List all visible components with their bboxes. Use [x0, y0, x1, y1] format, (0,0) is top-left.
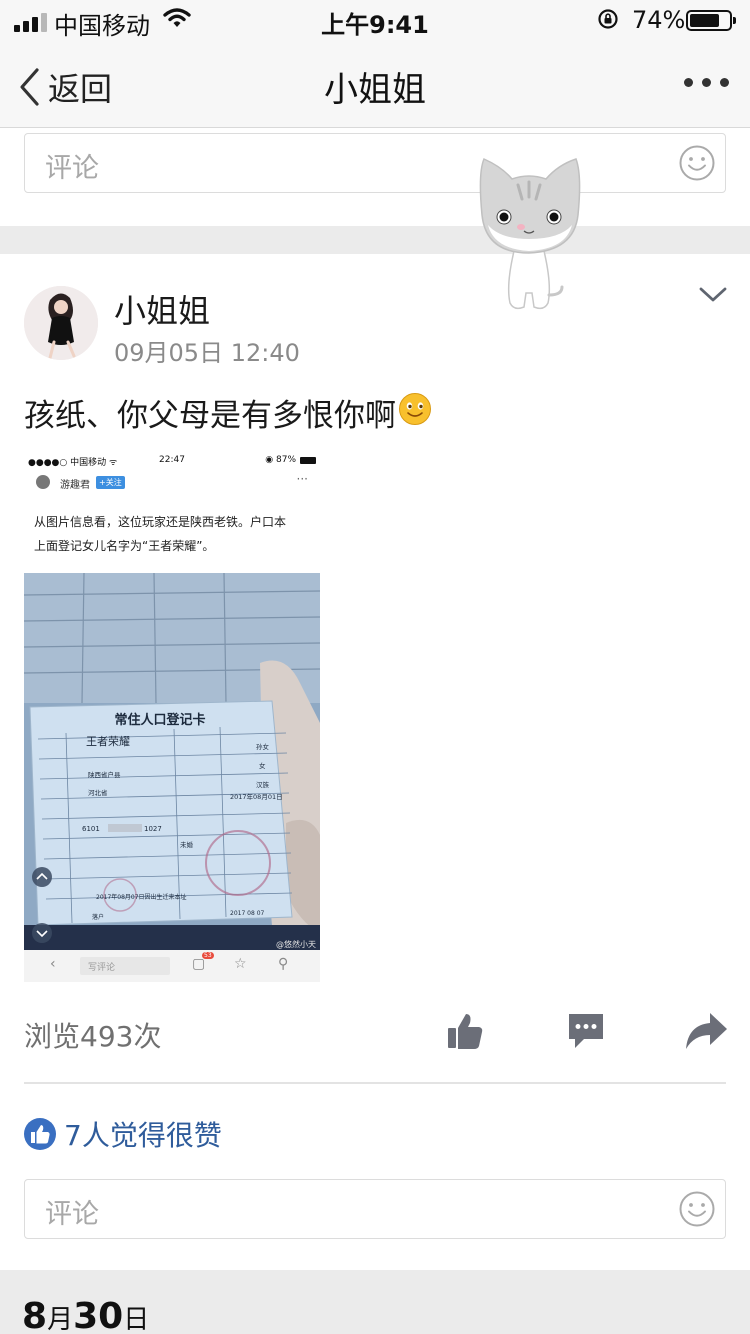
battery-percent: 74%	[632, 6, 686, 34]
post-text-content: 孩纸、你父母是有多恨你啊	[24, 398, 396, 434]
card-birthplace: 陕西省户县	[88, 770, 121, 779]
nav-bar: 返回 小姐姐	[0, 40, 750, 128]
smile-emoji-icon	[398, 392, 432, 434]
post-time: 09月05日 12:40	[114, 339, 300, 367]
comment-placeholder: 评论	[45, 1199, 99, 1230]
card-birthday: 2017年08月01日	[230, 792, 283, 801]
card-id-head: 6101	[82, 825, 100, 833]
embedded-share-icon: ⚲	[278, 956, 289, 972]
embedded-status-bar: ●●●●○ 中国移动 ᯤ 22:47 ◉ 87%	[24, 455, 320, 469]
date-month-unit: 月	[47, 1305, 74, 1334]
smiley-icon[interactable]	[678, 1190, 716, 1232]
comment-input-bottom[interactable]: 评论	[24, 1179, 726, 1239]
post-text: 孩纸、你父母是有多恨你啊	[24, 390, 432, 435]
comment-placeholder: 评论	[45, 153, 99, 184]
comment-input-top[interactable]: 评论	[24, 133, 726, 193]
photo-watermark: @悠然小天	[276, 939, 316, 949]
chevron-down-icon[interactable]	[698, 285, 728, 309]
likes-text: 7人觉得很赞	[64, 1119, 222, 1152]
date-month-number: 8	[22, 1296, 48, 1334]
page-title: 小姐姐	[324, 70, 426, 110]
card-gender: 女	[259, 761, 266, 770]
view-count: 浏览493次	[24, 1020, 162, 1053]
embedded-header: 游趣君 +关注 ···	[24, 472, 320, 494]
card-native: 河北省	[88, 788, 108, 797]
embedded-battery: ◉ 87%	[265, 455, 296, 465]
smiley-icon[interactable]	[678, 144, 716, 186]
embedded-back-icon: ‹	[50, 956, 56, 972]
cat-sticker-icon	[474, 155, 584, 315]
date-day-number: 30	[73, 1296, 124, 1334]
thumbs-up-icon[interactable]	[446, 1011, 484, 1055]
post-image[interactable]: ●●●●○ 中国移动 ᯤ 22:47 ◉ 87% 游趣君 +关注 ··· 从图片…	[24, 446, 320, 982]
battery-icon	[686, 10, 736, 31]
likes-summary[interactable]: 7人觉得很赞	[24, 1114, 222, 1154]
embedded-bottom-bar: ‹ 写评论 ▢ 53 ☆ ⚲	[24, 950, 320, 982]
more-dots-icon[interactable]	[684, 78, 729, 87]
card-hukou: 落户	[92, 913, 104, 921]
like-badge-icon	[24, 1118, 56, 1150]
embedded-text: 从图片信息看，这位玩家还是陕西老铁。户口本 上面登记女儿名字为“王者荣耀”。	[34, 510, 316, 558]
card-marital: 未婚	[180, 840, 194, 849]
next-date-header: 8月30日	[22, 1296, 149, 1334]
embedded-avatar	[36, 475, 50, 489]
card-date: 2017 08 07	[230, 910, 265, 917]
share-icon[interactable]	[684, 1011, 728, 1055]
embedded-follow-badge: +关注	[96, 476, 125, 489]
card-name: 王者荣耀	[86, 735, 130, 748]
embedded-line-2: 上面登记女儿名字为“王者荣耀”。	[34, 539, 215, 553]
avatar[interactable]	[24, 286, 98, 360]
comment-icon[interactable]	[566, 1011, 606, 1055]
embedded-comment-badge: 53	[202, 952, 214, 959]
post-author[interactable]: 小姐姐	[114, 286, 210, 332]
embedded-battery-icon	[300, 457, 316, 464]
embedded-more-icon: ···	[296, 472, 308, 486]
embedded-star-icon: ☆	[234, 956, 247, 972]
date-day-unit: 日	[123, 1305, 150, 1334]
embedded-comment-box: 写评论	[80, 957, 170, 975]
card-id-tail: 1027	[144, 825, 162, 833]
embedded-line-1: 从图片信息看，这位玩家还是陕西老铁。户口本	[34, 515, 287, 529]
card-relation: 孙女	[256, 742, 270, 751]
card-title: 常住人口登记卡	[114, 712, 205, 728]
divider	[24, 1082, 726, 1084]
section-separator	[0, 226, 750, 254]
status-bar: 中国移动 上午9:41 74%	[0, 0, 750, 40]
card-footer: 2017年08月07日因出生迁来本址	[96, 893, 187, 901]
hukou-photo: 常住人口登记卡 王者荣耀 孙女 女 陕西省户县 汉族 河北省 2017年08月0…	[24, 573, 320, 950]
embedded-account: 游趣君	[60, 480, 90, 491]
card-ethnicity: 汉族	[256, 780, 270, 789]
rotation-lock-icon	[597, 8, 619, 34]
